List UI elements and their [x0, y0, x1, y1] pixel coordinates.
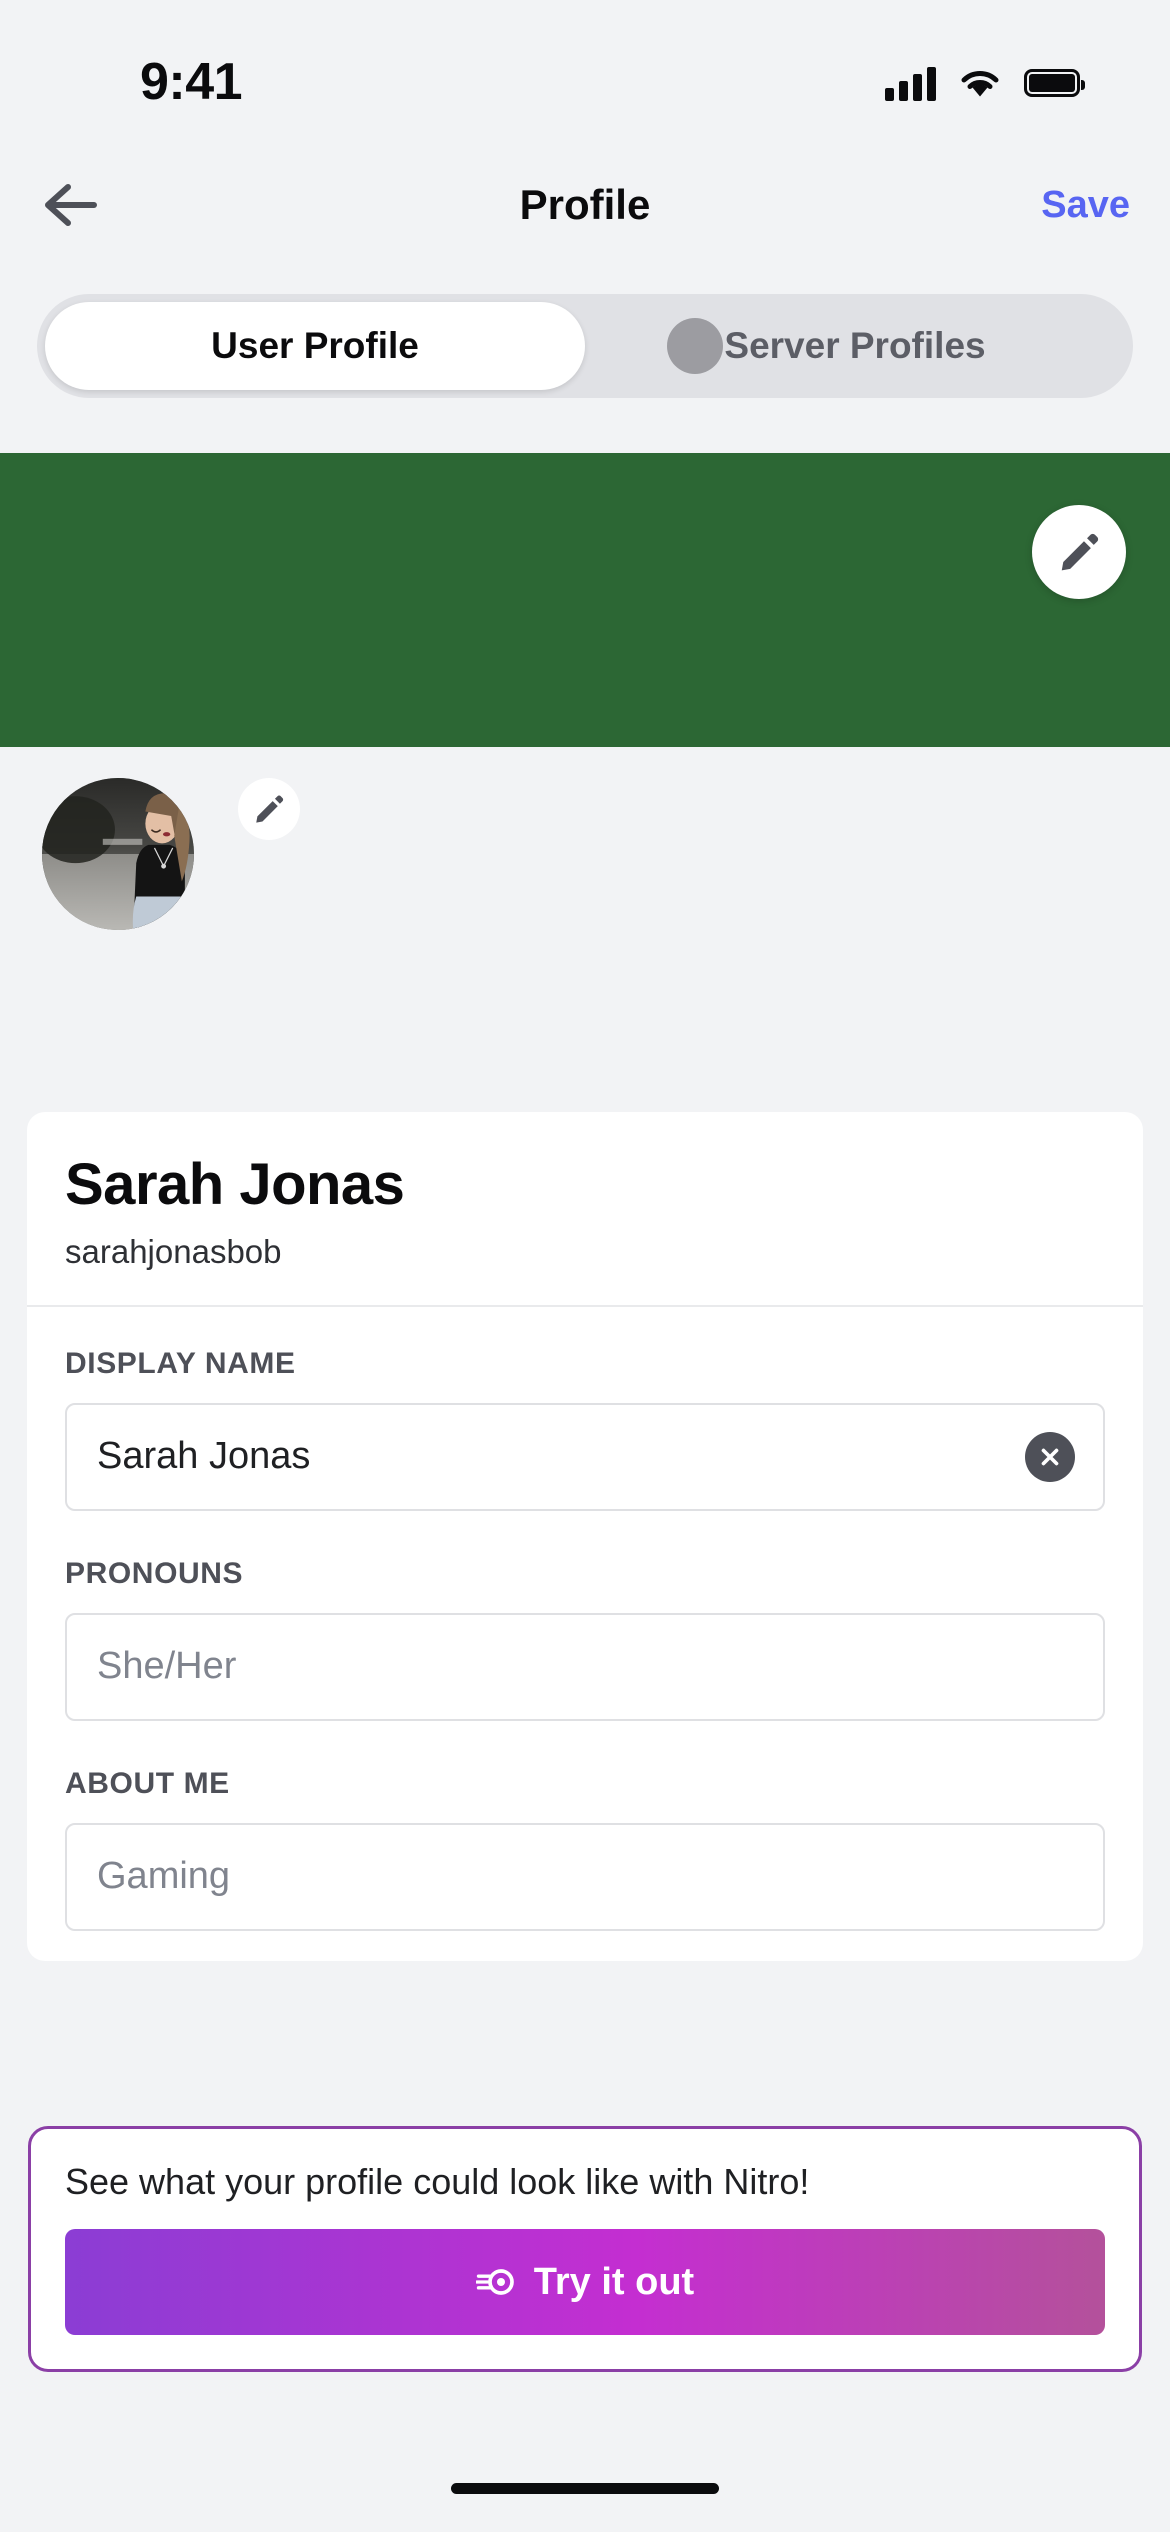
page-title: Profile [519, 181, 651, 228]
status-icons [885, 65, 1085, 101]
wifi-icon [961, 71, 999, 97]
about-me-input[interactable]: Gaming [65, 1822, 1105, 1931]
nitro-promo-banner: See what your profile could look like wi… [28, 2126, 1142, 2372]
nitro-boost-icon [475, 2269, 514, 2295]
about-me-placeholder: Gaming [97, 1855, 231, 1898]
cellular-signal-icon [885, 65, 936, 101]
close-circle-icon [1041, 1448, 1059, 1465]
status-time: 9:41 [140, 53, 243, 111]
avatar-image [42, 778, 194, 930]
display-name-label: DISPLAY NAME [65, 1346, 296, 1380]
try-it-out-button[interactable]: Try it out [65, 2229, 1105, 2335]
status-bar: 9:41 [0, 0, 1170, 150]
tab-user-profile-label: User Profile [211, 325, 419, 366]
display-name-input[interactable]: Sarah Jonas [65, 1402, 1105, 1511]
avatar-photo [42, 778, 194, 930]
edit-avatar-button[interactable] [238, 778, 300, 840]
tab-user-profile[interactable]: User Profile [45, 302, 585, 390]
phone-screen: 9:41 Profile Save User Profile Server Pr [0, 0, 1170, 2532]
try-it-out-label: Try it out [533, 2260, 695, 2303]
home-indicator-bar[interactable] [451, 2483, 719, 2494]
clear-display-name-button[interactable] [1025, 1431, 1075, 1482]
touch-point-indicator [667, 318, 723, 374]
pronouns-placeholder: She/Her [97, 1645, 237, 1688]
edit-banner-button[interactable] [1032, 505, 1126, 599]
avatar[interactable] [32, 768, 204, 940]
profile-display-name: Sarah Jonas [65, 1152, 405, 1217]
nitro-promo-text: See what your profile could look like wi… [65, 2161, 810, 2202]
pronouns-label: PRONOUNS [65, 1556, 244, 1590]
about-me-label: ABOUT ME [65, 1766, 230, 1800]
tab-server-profiles-label: Server Profiles [724, 325, 986, 366]
battery-full-icon [1024, 69, 1085, 97]
profile-banner-bottom[interactable] [0, 584, 1170, 747]
pronouns-input[interactable]: She/Her [65, 1612, 1105, 1721]
profile-banner-top[interactable] [0, 453, 1170, 584]
profile-fields: DISPLAY NAME Sarah Jonas PRONOUNS She/He… [27, 1307, 1143, 1961]
tab-server-profiles[interactable]: Server Profiles [585, 302, 1125, 390]
profile-username: sarahjonasbob [65, 1232, 282, 1270]
pencil-icon [1061, 533, 1099, 571]
profile-card-header: Sarah Jonas sarahjonasbob [27, 1112, 1143, 1307]
navigation-bar: Profile Save [0, 150, 1170, 260]
profile-tabs: User Profile Server Profiles [37, 294, 1133, 398]
profile-card: Sarah Jonas sarahjonasbob DISPLAY NAME S… [27, 1112, 1143, 1961]
save-button[interactable]: Save [1041, 184, 1130, 227]
display-name-value: Sarah Jonas [97, 1435, 311, 1478]
pencil-icon [256, 795, 284, 823]
